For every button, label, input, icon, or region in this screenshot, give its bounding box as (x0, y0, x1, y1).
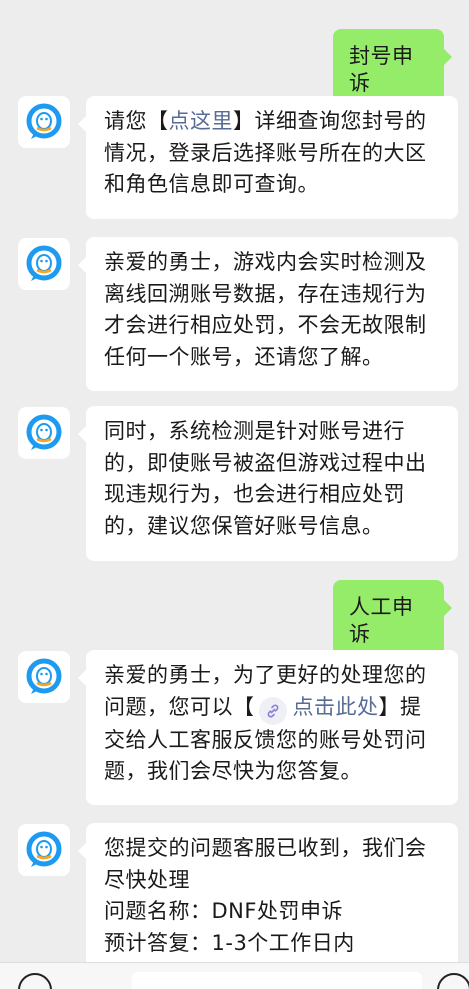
bot-avatar[interactable] (18, 238, 70, 290)
message-input[interactable] (132, 972, 422, 989)
message-line: 问题，您可以【 点击此处】提 (104, 692, 444, 725)
message-line: 情况，登录后选择账号所在的大区 (104, 140, 427, 165)
bot-message-bubble: 请您【点这里】详细查询您封号的 情况，登录后选择账号所在的大区 和角色信息即可查… (78, 96, 458, 219)
message-line: 题，我们会尽快为您答复。 (104, 759, 362, 783)
qq-service-avatar-icon (26, 658, 62, 694)
bot-avatar[interactable] (18, 824, 70, 876)
message-line: 问题名称：DNF处罚申诉 (104, 899, 343, 923)
message-line: 您提交的问题客服已收到，我们会 (104, 836, 427, 860)
input-bar (0, 962, 469, 989)
message-line: 才会进行相应处罚，不会无故限制 (104, 313, 427, 337)
message-text: 问题，您可以【 (104, 694, 255, 719)
message-line: 现违规行为，也会进行相应处罚 (104, 482, 405, 506)
bot-message-bubble: 亲爱的勇士，游戏内会实时检测及 离线回溯账号数据，存在违规行为 才会进行相应处罚… (78, 237, 458, 391)
plus-icon[interactable] (437, 973, 469, 989)
link-icon[interactable] (258, 696, 287, 725)
message-line: 的，即使账号被盗但游戏过程中出 (104, 450, 427, 475)
qq-service-avatar-icon (26, 103, 62, 139)
message-text: 封号申诉 (349, 44, 414, 95)
message-line: 同时，系统检测是针对账号进行 (104, 419, 405, 443)
bot-avatar[interactable] (18, 96, 70, 148)
bot-message-bubble: 同时，系统检测是针对账号进行 的，即使账号被盗但游戏过程中出 现违规行为，也会进… (78, 406, 458, 561)
message-line: 预计答复：1-3个工作日内 (104, 930, 355, 955)
message-line: 的，建议您保管好账号信息。 (104, 513, 384, 538)
message-text: 请您【 (104, 109, 169, 133)
message-text: 】提 (378, 694, 422, 719)
message-line: 任何一个账号，还请您了解。 (104, 344, 384, 369)
message-line: 亲爱的勇士，游戏内会实时检测及 (104, 250, 427, 274)
bot-avatar[interactable] (18, 407, 70, 459)
query-link[interactable]: 点这里 (169, 109, 234, 133)
bot-avatar[interactable] (18, 651, 70, 703)
message-line: 亲爱的勇士，为了更好的处理您的 (104, 663, 427, 687)
qq-service-avatar-icon (26, 245, 62, 281)
bot-message-bubble: 亲爱的勇士，为了更好的处理您的 问题，您可以【 点击此处】提 交给人工客服反馈您的… (78, 650, 458, 805)
voice-icon[interactable] (18, 973, 52, 989)
appeal-link[interactable]: 点击此处 (293, 695, 379, 719)
message-line: 交给人工客服反馈您的账号处罚问 (104, 727, 427, 752)
message-text: 人工申诉 (349, 595, 414, 646)
message-text: 】详细查询您封号的 (233, 109, 427, 133)
chat-window: 封号申诉 请您【点这里】详细查询您封号的 情况，登录后选择账号所在的大区 和角色… (0, 0, 469, 989)
qq-service-avatar-icon (26, 414, 62, 450)
qq-service-avatar-icon (26, 831, 62, 867)
message-line: 离线回溯账号数据，存在违规行为 (104, 281, 427, 306)
message-line: 和角色信息即可查询。 (104, 172, 319, 196)
message-line: 请您【点这里】详细查询您封号的 (104, 106, 444, 138)
message-line: 尽快处理 (104, 867, 190, 892)
